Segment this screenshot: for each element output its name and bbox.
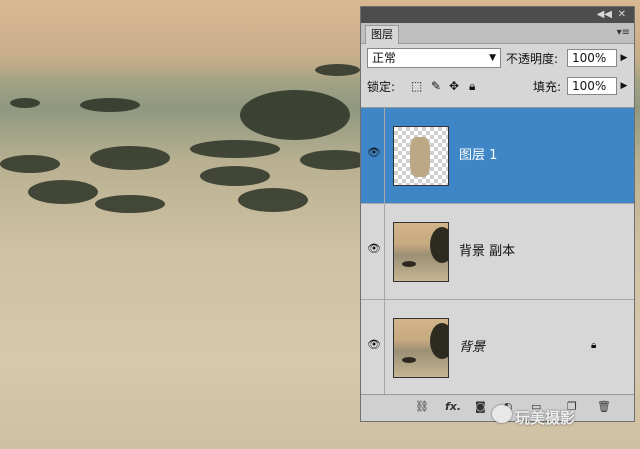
thumbnail-shape [410, 137, 430, 177]
rock [90, 146, 170, 170]
close-icon[interactable]: ✕ [618, 9, 626, 20]
tab-layers[interactable]: 图层 [365, 25, 399, 44]
layer-row[interactable]: 👁︎ 背景 副本 [361, 204, 634, 300]
rock [80, 98, 140, 112]
lock-transparent-icon[interactable]: ⬚ [411, 79, 422, 93]
thumbnail-rock [430, 323, 448, 359]
eye-icon: 👁︎ [367, 242, 381, 255]
double-arrow-icon[interactable]: ◀◀ [597, 9, 612, 20]
thumbnail-rock [402, 357, 416, 363]
layer-thumbnail [393, 222, 449, 282]
layer-name[interactable]: 背景 副本 [459, 240, 515, 259]
opacity-arrow-icon[interactable]: ▶ [617, 49, 631, 67]
rock [238, 188, 308, 212]
fill-label: 填充: [533, 80, 562, 94]
rock [10, 98, 40, 108]
blend-row: 正常 ▼ 不透明度: 100% ▶ [361, 44, 634, 72]
blend-mode-value: 正常 [372, 51, 397, 65]
mask-icon[interactable]: ◙ [475, 400, 486, 413]
lock-all-icon[interactable]: 🔒︎ [469, 79, 475, 94]
watermark-text: 玩美摄影 [515, 409, 576, 427]
layer-name[interactable]: 背景 [459, 336, 485, 355]
rock [190, 140, 280, 158]
delete-icon[interactable]: 🗑︎ [597, 400, 611, 413]
layer-thumbnail [393, 126, 449, 186]
rock [0, 155, 60, 173]
thumbnail-rock [402, 261, 416, 267]
opacity-label: 不透明度: [506, 52, 559, 66]
blend-mode-select[interactable]: 正常 ▼ [367, 48, 501, 68]
layer-row[interactable]: 👁︎ 图层 1 [361, 108, 634, 204]
lock-row: 锁定: ⬚ ✎ ✥ 🔒︎ 填充: 100% ▶ [361, 72, 634, 100]
chevron-down-icon: ▼ [489, 53, 496, 63]
opacity-field[interactable]: 100% [567, 49, 617, 67]
link-icon[interactable]: ⛓ [415, 400, 429, 413]
panel-menu-icon[interactable]: ▾≡ [617, 27, 630, 38]
eye-icon: 👁︎ [367, 146, 381, 159]
visibility-toggle[interactable]: 👁︎ [361, 204, 385, 300]
layer-thumbnail [393, 318, 449, 378]
layer-row[interactable]: 👁︎ 背景 🔒︎ [361, 300, 634, 396]
layers-panel: ◀◀ ✕ 图层 ▾≡ 正常 ▼ 不透明度: 100% ▶ 锁定: ⬚ ✎ ✥ 🔒… [360, 6, 635, 422]
visibility-toggle[interactable]: 👁︎ [361, 108, 385, 204]
lock-label: 锁定: [367, 80, 396, 94]
panel-titlebar[interactable]: ◀◀ ✕ [361, 7, 634, 23]
rock [315, 64, 360, 76]
wechat-icon [492, 405, 512, 423]
fx-icon[interactable]: fx. [445, 400, 461, 413]
lock-icon: 🔒︎ [591, 340, 597, 351]
fill-arrow-icon[interactable]: ▶ [617, 77, 631, 95]
visibility-toggle[interactable]: 👁︎ [361, 300, 385, 396]
fill-field[interactable]: 100% [567, 77, 617, 95]
layer-name[interactable]: 图层 1 [459, 144, 497, 163]
eye-icon: 👁︎ [367, 338, 381, 351]
rock [200, 166, 270, 186]
brush-icon[interactable]: ✎ [431, 79, 441, 93]
thumbnail-rock [430, 227, 448, 263]
panel-tab-row: 图层 ▾≡ [361, 23, 634, 44]
rock [28, 180, 98, 204]
move-icon[interactable]: ✥ [449, 79, 459, 93]
layers-list: 👁︎ 图层 1 👁︎ 背景 副本 👁︎ 背景 🔒︎ [361, 107, 634, 398]
rock [95, 195, 165, 213]
rock [240, 90, 350, 140]
